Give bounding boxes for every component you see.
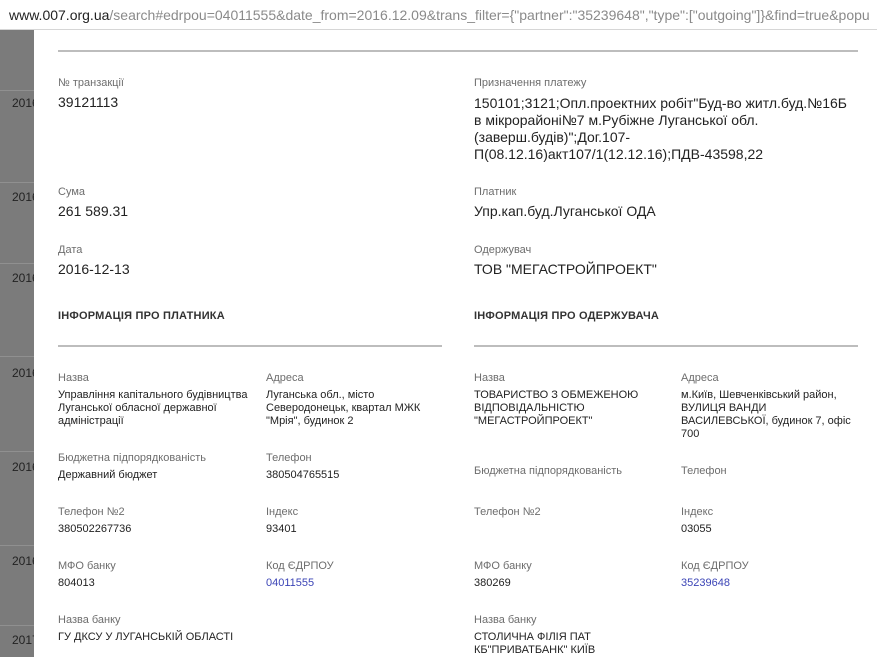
- url-text[interactable]: www.007.org.ua/search#edrpou=04011555&da…: [9, 6, 870, 24]
- purpose-label: Призначення платежу: [474, 77, 587, 89]
- payer-address-label: Адреса: [266, 372, 304, 384]
- payer-phone-label: Телефон: [266, 452, 312, 464]
- payer-phone-value: 380504765515: [266, 469, 340, 481]
- date-value: 2016-12-13: [58, 261, 130, 277]
- table-row-year: 2016: [12, 460, 34, 474]
- purpose-line: 150101;3121;Опл.проектних робіт"Буд-во ж…: [474, 95, 847, 111]
- recipient-edrpou-label: Код ЄДРПОУ: [681, 560, 749, 572]
- url-host: www.007.org.ua: [9, 7, 110, 23]
- recipient-label: Одержувач: [474, 244, 532, 256]
- recipient-name-label: Назва: [474, 372, 505, 384]
- table-row-divider: [0, 356, 34, 357]
- payer-mfo-label: МФО банку: [58, 560, 116, 572]
- payer-phone2-label: Телефон №2: [58, 506, 125, 518]
- payer-section-title: ІНФОРМАЦІЯ ПРО ПЛАТНИКА: [58, 310, 225, 322]
- table-row-year: 2016: [12, 96, 34, 110]
- recipient-section-title: ІНФОРМАЦІЯ ПРО ОДЕРЖУВАЧА: [474, 310, 660, 322]
- recipient-address-line: 700: [681, 428, 700, 440]
- recipient-bank-line: СТОЛИЧНА ФІЛІЯ ПАТ: [474, 631, 591, 643]
- table-row-divider: [0, 451, 34, 452]
- recipient-value: ТОВ "МЕГАСТРОЙПРОЕКТ": [474, 261, 657, 277]
- table-row-year: 2016: [12, 190, 34, 204]
- payer-index-label: Індекс: [266, 506, 299, 518]
- table-row-divider: [0, 182, 34, 183]
- payer-name-line: Управління капітального будівництва: [58, 389, 248, 401]
- payer-address-line: "Мрія", будинок 2: [266, 415, 354, 427]
- purpose-line: в мікрорайоні№7 м.Рубіжне Луганської обл…: [474, 112, 759, 128]
- payer-phone2-value: 380502267736: [58, 523, 132, 535]
- divider: [58, 50, 858, 52]
- recipient-address-label: Адреса: [681, 372, 719, 384]
- divider: [58, 345, 442, 347]
- recipient-address-line: м.Київ, Шевченківський район,: [681, 389, 837, 401]
- recipient-address-line: ВУЛИЦЯ ВАНДИ: [681, 402, 767, 414]
- payer-name-label: Назва: [58, 372, 89, 384]
- address-bar[interactable]: www.007.org.ua/search#edrpou=04011555&da…: [0, 0, 877, 30]
- recipient-phone2-label: Телефон №2: [474, 506, 541, 518]
- recipient-index-value: 03055: [681, 523, 712, 535]
- table-row-year: 2016: [12, 554, 34, 568]
- recipient-name-line: ВІДПОВІДАЛЬНІСТЮ: [474, 402, 585, 414]
- table-row-year: 2017: [12, 633, 34, 647]
- payer-name-line: адміністрації: [58, 415, 124, 427]
- sum-label: Сума: [58, 186, 86, 198]
- recipient-bank-line: КБ"ПРИВАТБАНК" КИЇВ: [474, 644, 596, 656]
- transaction-details-modal: № транзакції 39121113 Призначення платеж…: [34, 30, 877, 657]
- payer-label: Платник: [474, 186, 517, 198]
- transaction-id-value: 39121113: [58, 94, 119, 110]
- date-label: Дата: [58, 244, 83, 256]
- table-row-divider: [0, 625, 34, 626]
- payer-bank-label: Назва банку: [58, 614, 121, 626]
- payer-value: Упр.кап.буд.Луганської ОДА: [474, 203, 656, 219]
- url-path: /search#edrpou=04011555&date_from=2016.1…: [109, 7, 870, 23]
- table-row-divider: [0, 90, 34, 91]
- recipient-phone-label: Телефон: [681, 465, 727, 477]
- payer-name-line: Луганської обласної державної: [58, 402, 217, 414]
- payer-address-line: Луганська обл., місто: [266, 389, 375, 401]
- transaction-id-label: № транзакції: [58, 77, 124, 89]
- payer-bank-value: ГУ ДКСУ У ЛУГАНСЬКІЙ ОБЛАСТІ: [58, 631, 234, 643]
- recipient-name-line: ТОВАРИСТВО З ОБМЕЖЕНОЮ: [474, 389, 639, 401]
- recipient-name-line: "МЕГАСТРОЙПРОЕКТ": [474, 415, 593, 427]
- sum-value: 261 589.31: [58, 203, 129, 219]
- purpose-line: П(08.12.16)акт107/1(12.12.16);ПДВ-43598,…: [474, 146, 764, 162]
- recipient-edrpou-link[interactable]: 35239648: [681, 577, 730, 590]
- payer-edrpou-label: Код ЄДРПОУ: [266, 560, 334, 572]
- payer-budget-label: Бюджетна підпорядкованість: [58, 452, 206, 464]
- recipient-index-label: Індекс: [681, 506, 714, 518]
- recipient-address-line: ВАСИЛЕВСЬКОЇ, будинок 7, офіс: [681, 415, 851, 427]
- payer-edrpou-link[interactable]: 04011555: [266, 577, 314, 590]
- table-row-divider: [0, 545, 34, 546]
- payer-address-line: Северодонецьк, квартал МЖК: [266, 402, 421, 414]
- payer-index-value: 93401: [266, 523, 297, 535]
- divider: [474, 345, 858, 347]
- payer-mfo-value: 804013: [58, 577, 95, 589]
- table-row-divider: [0, 263, 34, 264]
- table-row-year: 2016: [12, 271, 34, 285]
- recipient-mfo-value: 380269: [474, 577, 511, 589]
- recipient-budget-label: Бюджетна підпорядкованість: [474, 465, 622, 477]
- table-row-year: 2016: [12, 366, 34, 380]
- recipient-bank-label: Назва банку: [474, 614, 537, 626]
- recipient-mfo-label: МФО банку: [474, 560, 532, 572]
- purpose-line: (заверш.будів)";Дог.107-: [474, 129, 631, 145]
- payer-budget-value: Державний бюджет: [58, 469, 158, 481]
